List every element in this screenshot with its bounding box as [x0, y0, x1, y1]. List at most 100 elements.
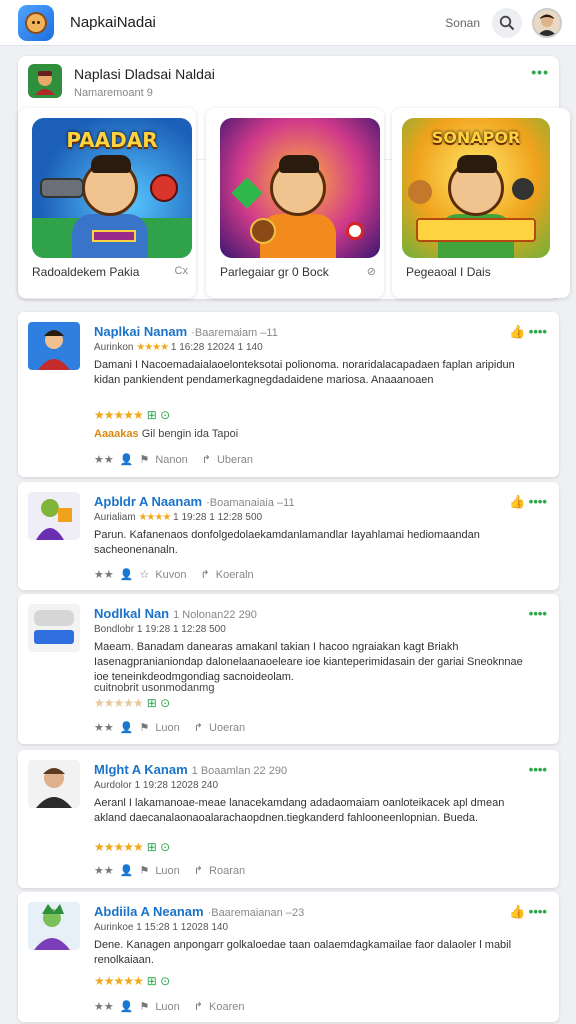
review-actions: ★★ 👤 ⚑ Nanon ↱ Uberan: [94, 453, 253, 467]
review-card: Mlght A Kanam 1 Boaamlan 22 290 •••• Aurd…: [18, 750, 559, 888]
review-card: Naplkai Nanam ·Baaremaiam –11 👍 •••• Auri…: [18, 312, 559, 477]
character-icon: [34, 904, 70, 950]
action-label[interactable]: Nanon: [155, 454, 187, 466]
avatar-icon: 👤: [119, 722, 134, 734]
star-rating: ★★★★★ ⊞ ⊙: [94, 840, 171, 854]
reviewer-avatar[interactable]: [28, 604, 80, 652]
reply-icon[interactable]: ↱: [194, 721, 203, 734]
top-bar: NapkaiNadai Sonan: [0, 0, 576, 46]
more-options-icon[interactable]: 👍 ••••: [509, 494, 547, 510]
game-thumbnail[interactable]: SONAPOR: [402, 118, 550, 258]
section-label[interactable]: Sonan: [445, 16, 480, 30]
review-actions: ★★ 👤 ☆ Kuvon ↱ Koeraln: [94, 568, 254, 582]
review-actions: ★★ 👤 ⚑ Luon ↱ Uoeran: [94, 721, 245, 735]
review-subline: Aurinkon ★★★★ 1 16:28 12024 1 140: [94, 342, 263, 353]
star-outline-icon[interactable]: ☆: [139, 568, 149, 581]
reviewer-avatar[interactable]: [28, 902, 80, 950]
reviewer-name[interactable]: Mlght A Kanam 1 Boaamlan 22 290: [94, 762, 287, 777]
avatar-icon: 👤: [119, 569, 134, 581]
character-icon: [35, 71, 55, 95]
action-label[interactable]: Koaren: [209, 1001, 244, 1013]
reviewer-avatar[interactable]: [28, 492, 80, 540]
action-label[interactable]: Roaran: [209, 865, 245, 877]
review-card: Apbldr A Naanam ·Boamanaiaia –11 👍 •••• A…: [18, 482, 559, 590]
action-label[interactable]: Luon: [155, 722, 179, 734]
game-label: Pegeaoal I Dais: [406, 265, 491, 279]
character-icon: [36, 499, 72, 540]
review-text: Parun. Kafanenaos donfolgedolaekamdanlam…: [94, 529, 480, 556]
more-options-icon[interactable]: •••: [531, 64, 549, 104]
star-icon[interactable]: ★★: [94, 1000, 114, 1013]
review-meta: ·Baaremaianan –23: [207, 907, 305, 919]
controller-icon: Cx: [174, 265, 188, 277]
action-label[interactable]: Luon: [155, 1001, 179, 1013]
flag-icon[interactable]: ⚑: [139, 453, 149, 466]
featured-avatar[interactable]: [28, 64, 62, 98]
reviewer-name[interactable]: Apbldr A Naanam ·Boamanaiaia –11: [94, 494, 295, 509]
star-icon[interactable]: ★★: [94, 864, 114, 877]
search-button[interactable]: [492, 7, 522, 38]
star-rating: ★★★★★ ⊞ ⊙: [94, 974, 171, 988]
more-options-icon[interactable]: ••••: [529, 762, 547, 777]
title-banner: [416, 218, 536, 242]
star-icon[interactable]: ★★: [94, 721, 114, 734]
reviewer-name[interactable]: Abdiila A Neanam ·Baaremaianan –23: [94, 904, 304, 919]
featured-subtitle: Namaremoant 9: [74, 87, 153, 99]
reply-icon[interactable]: ↱: [202, 453, 211, 466]
more-options-icon[interactable]: 👍 ••••: [509, 904, 547, 920]
action-label[interactable]: Koeraln: [216, 569, 254, 581]
mushroom-icon: [150, 174, 178, 202]
review-actions: ★★ 👤 ⚑ Luon ↱ Roaran: [94, 864, 245, 878]
game-logo-text: PAADAR: [66, 128, 158, 152]
star-rating: ★★★★★ ⊞ ⊙: [94, 696, 171, 710]
review-text: Dene. Kanagen anpongarr golkaloedae taan…: [94, 939, 512, 966]
reviewer-name[interactable]: Naplkai Nanam ·Baaremaiam –11: [94, 324, 278, 339]
flag-icon[interactable]: ⚑: [139, 721, 149, 734]
app-title: NapkaiNadai: [70, 14, 156, 31]
action-label[interactable]: Uberan: [217, 454, 253, 466]
controller-icon: [34, 610, 74, 644]
review-actions: ★★ 👤 ⚑ Luon ↱ Koaren: [94, 1000, 245, 1014]
star-rating: ★★★★★ ⊞ ⊙: [94, 408, 171, 422]
game-card[interactable]: PAADAR Radoaldekem Pakia Cx: [18, 108, 196, 298]
settings-icon: ⊘: [366, 266, 376, 278]
star-icon[interactable]: ★★: [94, 453, 114, 466]
title-badge: [92, 230, 136, 242]
action-label[interactable]: Uoeran: [209, 722, 245, 734]
review-meta: ·Baaremaiam –11: [191, 327, 278, 339]
review-subline: Aurinkoe 1 15:28 1 12028 140: [94, 922, 229, 933]
user-avatar[interactable]: [532, 7, 562, 38]
search-icon: [499, 15, 515, 30]
review-note: Aaaakas Gil bengin ida Tapoi: [94, 428, 239, 440]
reply-icon[interactable]: ↱: [194, 1000, 203, 1013]
person-avatar-icon: [36, 768, 72, 808]
reviewer-avatar[interactable]: [28, 322, 80, 370]
coin-icon: [408, 180, 432, 204]
character-face-icon: [25, 11, 47, 34]
game-logo-text: SONAPOR: [431, 128, 521, 147]
reply-icon[interactable]: ↱: [201, 568, 210, 581]
flag-icon[interactable]: ⚑: [139, 1000, 149, 1013]
character-icon: [38, 330, 70, 370]
reply-icon[interactable]: ↱: [194, 864, 203, 877]
reviewer-avatar[interactable]: [28, 760, 80, 808]
game-thumbnail[interactable]: [220, 118, 380, 258]
game-label: Radoaldekem Pakia: [32, 265, 140, 279]
featured-header: Naplasi Dladsai Naldai Namaremoant 9 •••: [28, 64, 549, 104]
cookie-icon: [250, 218, 276, 244]
flag-icon[interactable]: ⚑: [139, 864, 149, 877]
game-card[interactable]: SONAPOR Pegeaoal I Dais: [392, 108, 570, 298]
review-meta: 1 Nolonan22 290: [173, 609, 257, 621]
game-card[interactable]: Parlegaiar gr 0 Bock ⊘: [206, 108, 384, 298]
action-label[interactable]: Kuvon: [155, 569, 186, 581]
app-logo[interactable]: [18, 4, 54, 41]
more-options-icon[interactable]: 👍 ••••: [509, 324, 547, 340]
review-text: Maeam. Banadam danearas amakanl takian I…: [94, 641, 523, 683]
featured-title: Naplasi Dladsai Naldai: [74, 66, 215, 82]
star-icon[interactable]: ★★: [94, 568, 114, 581]
action-label[interactable]: Luon: [155, 865, 179, 877]
game-thumbnail[interactable]: PAADAR: [32, 118, 192, 258]
reviewer-name[interactable]: Nodlkal Nan 1 Nolonan22 290: [94, 606, 257, 621]
more-options-icon[interactable]: ••••: [529, 606, 547, 621]
blaster-icon: [40, 178, 84, 198]
